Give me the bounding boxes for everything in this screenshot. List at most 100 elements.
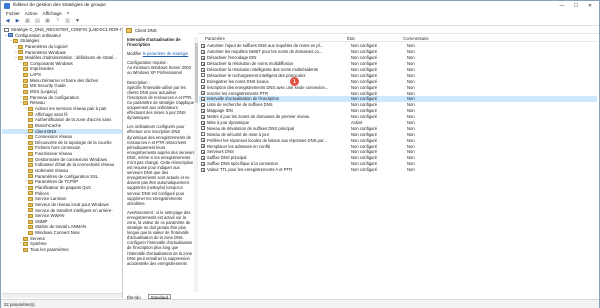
- tree-horizontal-scrollbar[interactable]: [2, 293, 122, 298]
- folder-icon: [23, 61, 28, 66]
- folder-icon: [18, 56, 23, 61]
- policy-setting-icon: [201, 55, 205, 60]
- setting-state: Non configuré: [351, 108, 378, 114]
- setting-title: Intervalle d'actualisation de l'inscript…: [127, 37, 181, 48]
- folder-icon: [28, 180, 33, 185]
- setting-name: Inscription des enregistrements DNS avec…: [207, 84, 329, 90]
- setting-name: Niveau de dévolution de suffixes DNS pri…: [207, 125, 294, 131]
- description-paragraph-2: Les ordinateurs configurés pour effectue…: [127, 124, 195, 206]
- setting-name: Intervalle d'actualisation de l'inscript…: [207, 96, 280, 102]
- setting-name: Valeur TTL pour les enregistrements A et…: [207, 167, 293, 173]
- folder-icon: [23, 67, 28, 72]
- menu-file[interactable]: Fichier: [6, 11, 20, 16]
- tree-node[interactable]: Tous les paramètres: [2, 247, 122, 253]
- setting-state: Activé: [351, 120, 363, 126]
- setting-state: Non configuré: [351, 67, 378, 72]
- filter-icon[interactable]: ▼: [74, 18, 81, 24]
- setting-state: Non configuré: [351, 90, 378, 96]
- folder-icon: [28, 168, 33, 173]
- setting-state: Non configuré: [351, 61, 378, 67]
- setting-name: Mappage IDN: [207, 108, 233, 114]
- folder-icon: [28, 191, 33, 196]
- setting-name: Désactiver la résolution intelligente de…: [207, 67, 319, 72]
- pane-header-label: Client DNS: [135, 28, 157, 33]
- folder-icon: [23, 247, 28, 252]
- setting-comment: Non: [407, 84, 415, 90]
- show-hide-tree-icon[interactable]: ▤: [34, 18, 41, 24]
- requirements-text: Au minimum Windows Server 2003 ou Window…: [127, 65, 191, 76]
- policy-setting-icon: [201, 91, 205, 96]
- setting-comment: Non: [407, 120, 415, 126]
- computer-icon: [8, 33, 13, 38]
- folder-icon: [28, 151, 33, 156]
- pane-header: Client DNS: [124, 27, 198, 34]
- policy-icon: [4, 27, 9, 32]
- modify-line: Modifier le paramètre de stratégie: [127, 51, 195, 56]
- setting-comment: Non: [407, 78, 415, 84]
- setting-state: Non configuré: [351, 96, 378, 102]
- tree-node-label: Tous les paramètres: [30, 246, 69, 252]
- setting-comment: Non: [407, 49, 415, 55]
- setting-row[interactable]: Valeur TTL pour les enregistrements A et…: [199, 167, 597, 173]
- menu-action[interactable]: Action: [25, 11, 38, 16]
- setting-comment: Non: [407, 131, 415, 137]
- column-header-comment[interactable]: Commentaire: [403, 36, 473, 41]
- back-arrow-icon[interactable]: ◀: [4, 18, 11, 24]
- folder-icon: [28, 230, 33, 235]
- policy-setting-icon: [201, 67, 205, 72]
- help-icon[interactable]: ?: [54, 18, 61, 24]
- minimize-button[interactable]: —: [555, 1, 569, 10]
- modify-policy-link[interactable]: le paramètre de stratégie: [143, 51, 189, 56]
- policy-setting-icon: [201, 43, 205, 48]
- setting-name: Désactiver la résolution de noms multidi…: [207, 61, 294, 67]
- status-bar: 22 paramètre(s): [1, 299, 599, 308]
- setting-comment: Non: [407, 90, 415, 96]
- folder-icon: [23, 84, 28, 89]
- up-folder-icon[interactable]: ▦: [24, 18, 31, 24]
- step-marker-badge: 1: [290, 77, 299, 86]
- policy-setting-icon: [201, 167, 205, 172]
- folder-icon: [28, 112, 33, 117]
- gpo-editor-icon: [4, 2, 10, 9]
- maximize-button[interactable]: ☐: [569, 1, 583, 10]
- forward-arrow-icon[interactable]: ▶: [14, 18, 21, 24]
- setting-comment: Non: [407, 125, 415, 131]
- setting-name: Suffixe DNS principal: [207, 155, 247, 161]
- folder-icon: [28, 157, 33, 162]
- folder-icon: [18, 44, 23, 49]
- policy-setting-icon: [201, 144, 205, 149]
- policy-setting-icon: [201, 102, 205, 107]
- setting-comment: Non: [407, 155, 415, 161]
- folder-icon: [28, 129, 33, 134]
- close-button[interactable]: ✕: [583, 1, 597, 10]
- folder-icon: [28, 174, 33, 179]
- scrollbar-thumb[interactable]: [194, 43, 198, 103]
- folder-icon: [23, 242, 28, 247]
- description-paragraph-1: Spécifie l'intervalle utilisé par les cl…: [127, 84, 195, 121]
- setting-state: Non configuré: [351, 72, 378, 78]
- folder-icon: [28, 185, 33, 190]
- folder-icon: [13, 39, 18, 44]
- setting-name: Serveurs DNS: [207, 149, 234, 155]
- properties-icon[interactable]: ▥: [64, 18, 71, 24]
- setting-comment: Non: [407, 137, 415, 143]
- setting-state: Non configuré: [351, 125, 378, 131]
- setting-name: Mise à jour dynamique: [207, 120, 250, 126]
- menu-view[interactable]: Affichage: [43, 11, 62, 16]
- folder-icon: [23, 101, 28, 106]
- policy-setting-icon: [201, 155, 205, 160]
- status-text: 22 paramètre(s): [4, 301, 35, 307]
- folder-icon: [23, 72, 28, 77]
- setting-name: Remplacer les adresses en conflit: [207, 143, 270, 149]
- console-tree: Stratégie C_DNS_REGISTER_CONFIG [LAB-DC1…: [2, 27, 123, 298]
- folder-icon: [23, 236, 28, 241]
- export-list-icon[interactable]: ▣: [44, 18, 51, 24]
- description-scrollbar[interactable]: [194, 37, 198, 292]
- column-header-setting[interactable]: Paramètre: [199, 36, 347, 41]
- setting-name: Niveau de sécurité de mise à jour: [207, 131, 270, 137]
- column-header-state[interactable]: État: [347, 36, 403, 41]
- folder-icon: [28, 118, 33, 123]
- menu-help[interactable]: ?: [67, 11, 70, 16]
- setting-state: Non configuré: [351, 114, 378, 120]
- menu-bar: Fichier Action Affichage ?: [1, 10, 599, 17]
